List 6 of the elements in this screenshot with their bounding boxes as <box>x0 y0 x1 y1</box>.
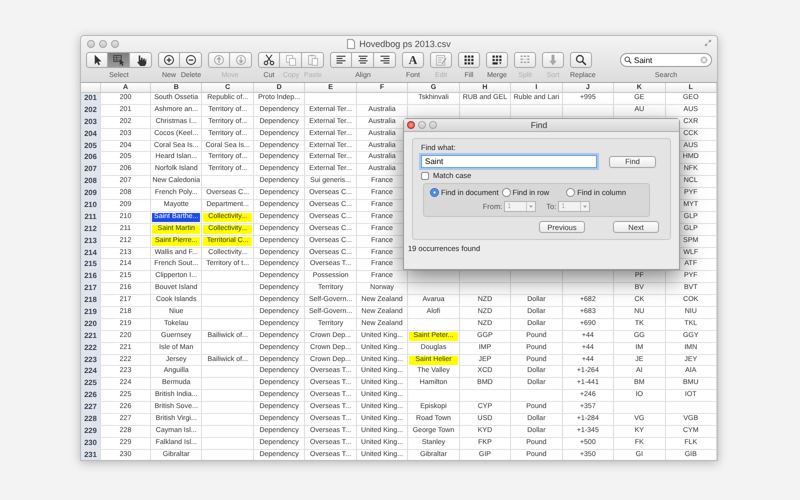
dialog-title: Find <box>530 120 548 130</box>
search-input[interactable]: Saint <box>634 56 698 64</box>
font-tool-button[interactable]: A <box>402 52 424 68</box>
search-field[interactable]: Saint <box>620 53 712 67</box>
find-field[interactable]: Saint <box>421 155 597 168</box>
window-title: Hovedbog ps 2013.csv <box>359 38 451 48</box>
